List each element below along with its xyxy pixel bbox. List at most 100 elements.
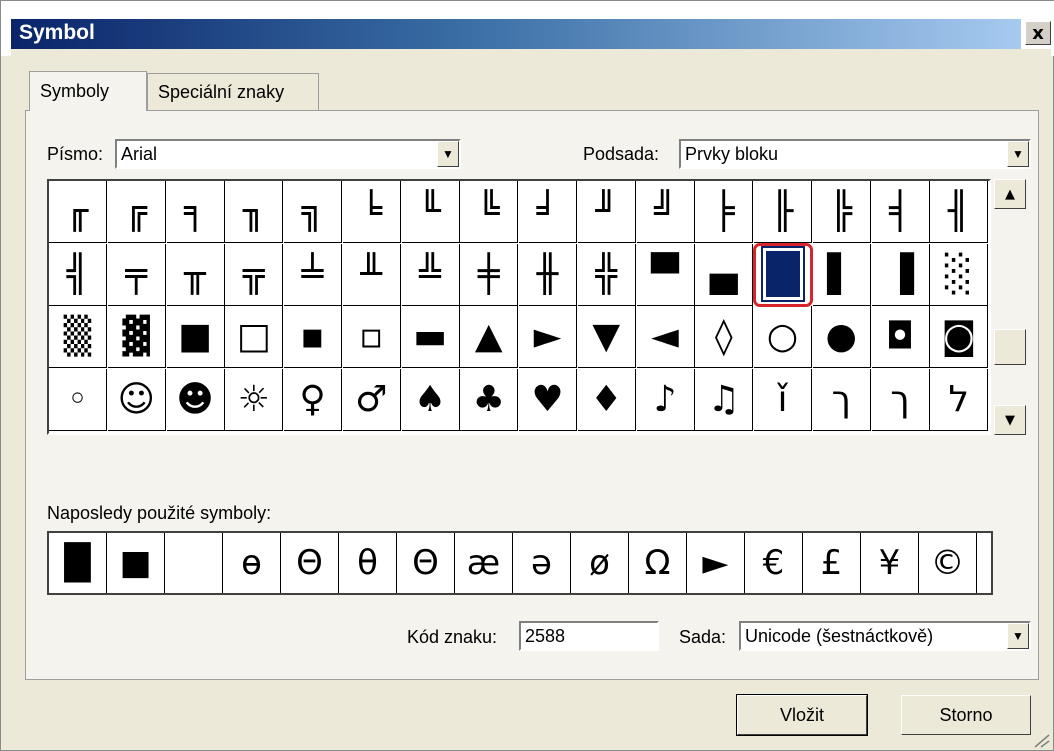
symbol-cell[interactable]: ╟ <box>754 181 812 243</box>
symbol-cell[interactable]: ╢ <box>930 181 989 243</box>
scroll-down-button[interactable]: ▼ <box>994 405 1026 435</box>
symbol-cell[interactable]: ♠ <box>401 368 460 431</box>
chevron-down-icon[interactable]: ▼ <box>1007 141 1029 167</box>
symbol-cell[interactable]: ♀ <box>284 368 342 431</box>
recent-symbol-cell[interactable]: Ω <box>629 533 687 593</box>
symbol-cell[interactable]: ▼ <box>577 306 636 368</box>
symbol-cell[interactable]: ╩ <box>401 243 460 306</box>
tab-specialni-znaky[interactable]: Speciální znaky <box>147 73 319 111</box>
recent-symbol-cell[interactable]: ► <box>687 533 745 593</box>
symbol-cell[interactable]: ╨ <box>342 243 401 306</box>
symbol-cell[interactable]: ╠ <box>812 181 871 243</box>
recent-symbol-cell[interactable]: Θ <box>397 533 455 593</box>
recent-symbol-cell[interactable]: € <box>745 533 803 593</box>
chevron-down-icon[interactable]: ▼ <box>1007 623 1029 649</box>
symbol-cell[interactable]: ╦ <box>225 243 284 306</box>
symbol-cell[interactable]: ך <box>871 368 930 431</box>
symbol-cell[interactable]: ◦ <box>49 368 107 431</box>
symbol-cell[interactable]: □ <box>225 306 284 368</box>
symbol-cell[interactable]: ▐ <box>871 243 930 306</box>
subset-select[interactable]: Prvky bloku ▼ <box>679 139 1031 169</box>
symbol-cell[interactable]: ▫ <box>342 306 401 368</box>
symbol-cell[interactable]: ◙ <box>930 306 989 368</box>
recent-symbol-cell[interactable]: £ <box>803 533 861 593</box>
symbol-cell[interactable]: ╤ <box>107 243 166 306</box>
symbol-cell[interactable]: ▌ <box>812 243 871 306</box>
symbol-glyph: ☻ <box>176 378 214 420</box>
symbol-cell[interactable]: ╔ <box>107 181 166 243</box>
symbol-cell[interactable]: ♂ <box>342 368 401 431</box>
symbol-cell[interactable]: ╫ <box>519 243 577 306</box>
recent-symbol-cell[interactable]: ə <box>513 533 571 593</box>
symbol-cell[interactable]: ╙ <box>401 181 460 243</box>
symbol-cell[interactable]: ▒ <box>49 306 107 368</box>
symbol-cell[interactable]: ǐ <box>754 368 812 431</box>
tab-symboly[interactable]: Symboly <box>29 71 147 111</box>
recent-symbol-cell[interactable]: æ <box>455 533 513 593</box>
close-button[interactable]: x <box>1025 21 1051 45</box>
symbol-cell[interactable]: ▄ <box>695 243 754 306</box>
symbol-cell[interactable]: ╝ <box>636 181 695 243</box>
symbol-cell[interactable]: ╗ <box>284 181 342 243</box>
symbol-cell[interactable]: ╡ <box>871 181 930 243</box>
symbol-cell[interactable]: ● <box>812 306 871 368</box>
symbol-cell[interactable]: ♪ <box>636 368 695 431</box>
symbol-cell[interactable]: ☼ <box>225 368 284 431</box>
cancel-button[interactable]: Storno <box>901 695 1031 735</box>
scroll-up-button[interactable]: ▲ <box>994 179 1026 209</box>
char-code-input[interactable]: 2588 <box>519 621 659 651</box>
symbol-cell[interactable]: ╖ <box>225 181 284 243</box>
symbol-cell[interactable]: ░ <box>930 243 989 306</box>
symbol-cell[interactable]: ╓ <box>49 181 107 243</box>
symbol-cell[interactable]: ■ <box>166 306 225 368</box>
symbol-cell[interactable]: ♥ <box>519 368 577 431</box>
symbol-cell[interactable]: ▲ <box>460 306 519 368</box>
symbol-cell[interactable]: ☻ <box>166 368 225 431</box>
charset-select[interactable]: Unicode (šestnáctkově) ▼ <box>739 621 1031 651</box>
chevron-down-icon[interactable]: ▼ <box>437 141 459 167</box>
symbol-cell[interactable]: ╧ <box>284 243 342 306</box>
symbol-cell[interactable]: ╕ <box>166 181 225 243</box>
recent-symbol-cell[interactable]: Θ <box>281 533 339 593</box>
symbol-cell[interactable]: ♦ <box>577 368 636 431</box>
symbol-glyph: ╡ <box>889 191 911 232</box>
recent-symbol-cell[interactable]: © <box>919 533 977 593</box>
symbol-cell[interactable]: ♫ <box>695 368 754 431</box>
recent-symbol-cell[interactable]: ■ <box>107 533 165 593</box>
symbol-cell[interactable] <box>753 242 813 307</box>
symbol-cell[interactable]: ► <box>519 306 577 368</box>
recent-symbol-cell[interactable] <box>165 533 223 593</box>
insert-button[interactable]: Vložit <box>737 695 867 735</box>
symbol-cell[interactable]: ╥ <box>166 243 225 306</box>
recent-symbol-cell[interactable]: θ <box>339 533 397 593</box>
symbol-cell[interactable]: ◊ <box>695 306 754 368</box>
symbol-cell[interactable]: ╞ <box>695 181 754 243</box>
symbol-cell[interactable]: ▓ <box>107 306 166 368</box>
recent-symbol-cell[interactable]: ø <box>571 533 629 593</box>
symbol-cell[interactable]: ל <box>930 368 989 431</box>
symbol-cell[interactable]: ╜ <box>577 181 636 243</box>
symbol-cell[interactable]: ╪ <box>460 243 519 306</box>
recent-symbol-cell[interactable]: ¥ <box>861 533 919 593</box>
resize-grip-icon[interactable] <box>1031 731 1051 749</box>
symbol-cell[interactable]: ▀ <box>636 243 695 306</box>
symbol-cell[interactable]: ☺ <box>107 368 166 431</box>
symbol-cell[interactable]: ╛ <box>519 181 577 243</box>
symbol-cell[interactable]: ◄ <box>636 306 695 368</box>
symbol-cell[interactable]: ╘ <box>342 181 401 243</box>
font-select[interactable]: Arial ▼ <box>115 139 461 169</box>
symbol-cell[interactable]: ▬ <box>401 306 460 368</box>
symbol-cell[interactable]: ╣ <box>49 243 107 306</box>
symbol-cell[interactable]: ╬ <box>577 243 636 306</box>
symbol-cell[interactable]: ▪ <box>284 306 342 368</box>
symbol-cell[interactable]: ○ <box>754 306 812 368</box>
symbol-glyph: ♪ <box>653 378 677 420</box>
scrollbar-thumb[interactable] <box>994 329 1026 365</box>
symbol-cell[interactable]: ◘ <box>871 306 930 368</box>
symbol-cell[interactable]: ך <box>812 368 871 431</box>
symbol-cell[interactable]: ♣ <box>460 368 519 431</box>
recent-symbol-cell[interactable]: █ <box>49 533 107 593</box>
recent-symbol-cell[interactable]: ɵ <box>223 533 281 593</box>
grid-scrollbar[interactable]: ▲ ▼ <box>994 179 1026 435</box>
symbol-cell[interactable]: ╚ <box>460 181 519 243</box>
